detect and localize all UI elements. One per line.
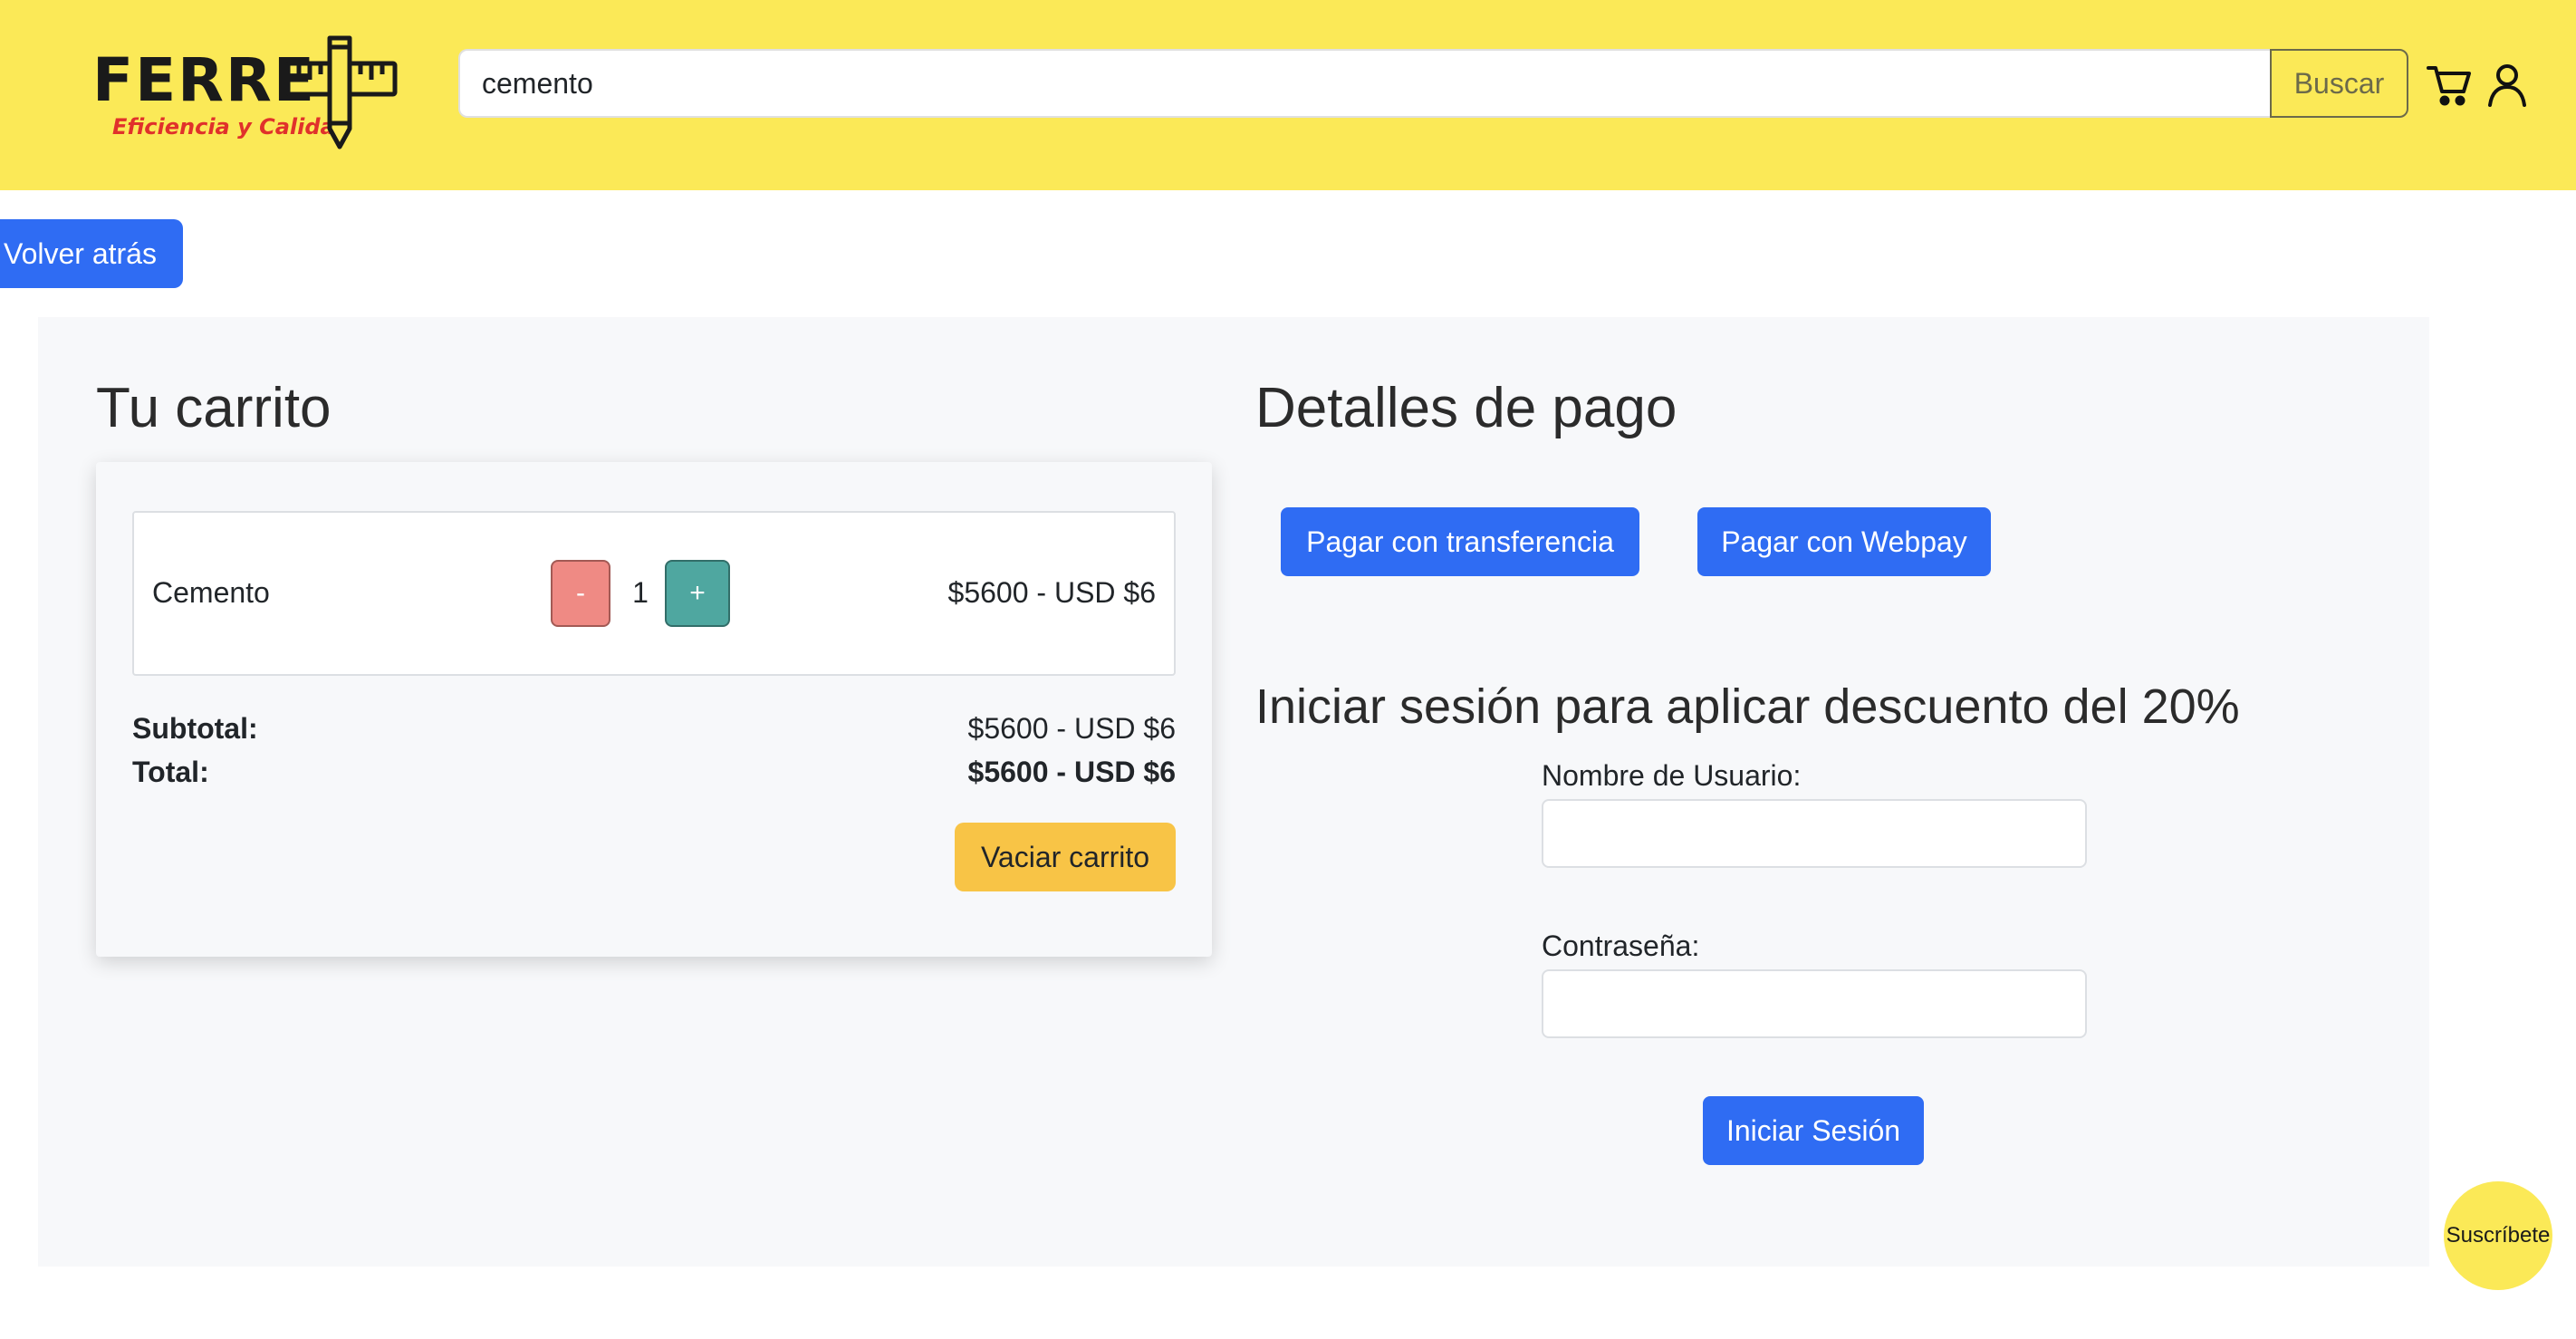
- username-label: Nombre de Usuario:: [1542, 759, 1802, 792]
- back-button[interactable]: Volver atrás: [0, 219, 183, 288]
- username-input[interactable]: [1542, 799, 2087, 868]
- decrease-quantity-button[interactable]: -: [551, 560, 610, 627]
- subscribe-button[interactable]: Suscríbete: [2444, 1181, 2552, 1290]
- user-icon[interactable]: [2484, 62, 2531, 109]
- subtotal-label: Subtotal:: [132, 712, 258, 745]
- password-input[interactable]: [1542, 969, 2087, 1038]
- site-header: FERRE Eficiencia y Calidad Buscar: [0, 0, 2576, 190]
- logo-text: FERRE: [92, 45, 316, 115]
- cart-item-name: Cemento: [152, 576, 270, 609]
- login-button[interactable]: Iniciar Sesión: [1703, 1096, 1924, 1165]
- ruler-pencil-icon: [285, 35, 398, 149]
- pay-transfer-button[interactable]: Pagar con transferencia: [1281, 507, 1639, 576]
- subtotal-value: $5600 - USD $6: [967, 712, 1176, 745]
- password-label: Contraseña:: [1542, 930, 1700, 962]
- payment-title: Detalles de pago: [1255, 377, 1677, 439]
- total-value: $5600 - USD $6: [967, 756, 1176, 788]
- login-title: Iniciar sesión para aplicar descuento de…: [1255, 679, 2240, 734]
- search-button[interactable]: Buscar: [2270, 49, 2408, 118]
- cart-title: Tu carrito: [96, 377, 332, 439]
- cart-item-price: $5600 - USD $6: [947, 576, 1156, 609]
- cart-icon[interactable]: [2426, 62, 2473, 109]
- pay-webpay-button[interactable]: Pagar con Webpay: [1697, 507, 1991, 576]
- increase-quantity-button[interactable]: +: [665, 560, 730, 627]
- clear-cart-button[interactable]: Vaciar carrito: [955, 823, 1176, 891]
- logo[interactable]: FERRE Eficiencia y Calidad: [87, 33, 404, 150]
- cart-item-quantity: 1: [632, 576, 649, 609]
- total-label: Total:: [132, 756, 209, 788]
- search-input[interactable]: [458, 49, 2270, 118]
